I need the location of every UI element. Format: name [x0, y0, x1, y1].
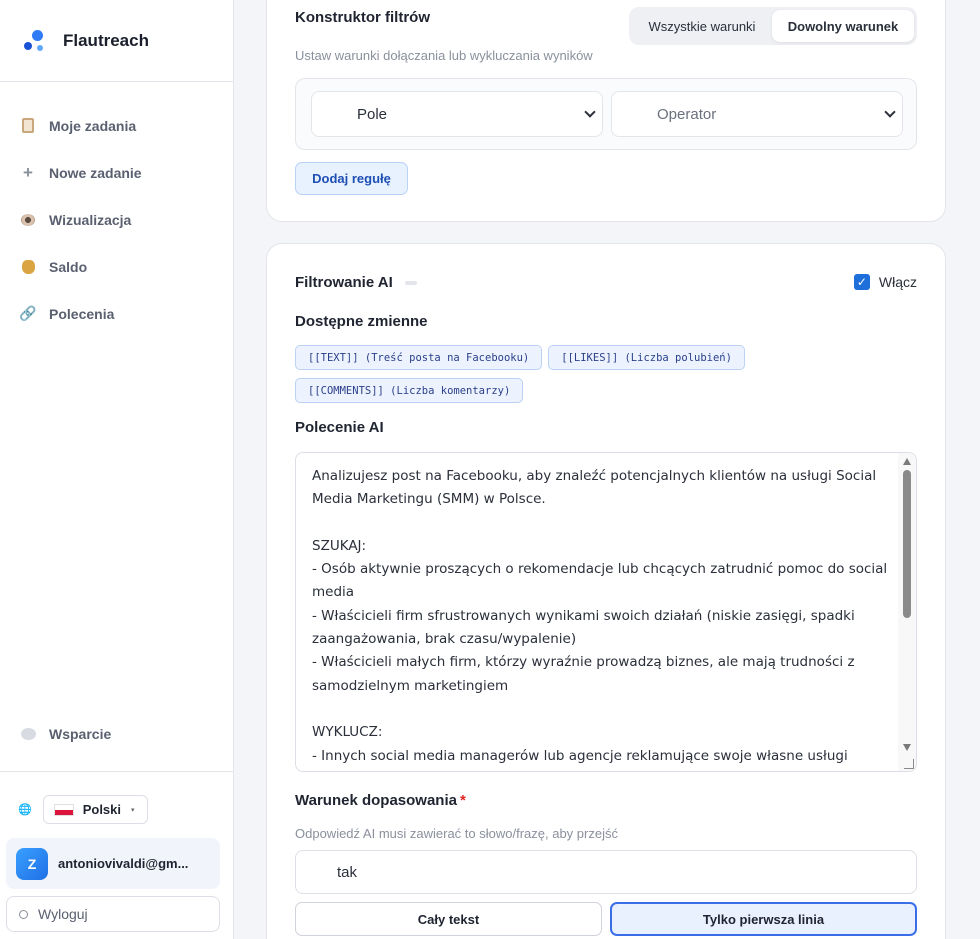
field-select-value: Pole [357, 105, 388, 123]
sidebar-item-label: Nowe zadanie [49, 164, 142, 181]
ai-filter-card: Filtrowanie AI ✓ Włącz Dostępne zmienne … [266, 243, 946, 939]
caret-down-icon: ▾ [131, 806, 135, 814]
money-bag-icon [20, 259, 36, 275]
sidebar-item-nowe-zadanie[interactable]: + Nowe zadanie [0, 149, 233, 196]
scroll-down-icon[interactable] [903, 744, 911, 751]
language-select[interactable]: Polski ▾ [42, 795, 148, 824]
speech-bubble-icon [20, 726, 36, 742]
scroll-up-icon[interactable] [903, 458, 911, 465]
globe-icon: 🌐 [18, 804, 32, 816]
user-card[interactable]: Z antoniovivaldi@gm... [6, 838, 220, 889]
sidebar-item-label: Moje zadania [49, 117, 137, 134]
enable-label: Włącz [878, 274, 917, 290]
all-conditions-button[interactable]: Wszystkie warunki [632, 10, 772, 42]
clipboard-icon [20, 118, 36, 134]
variables-list: [[TEXT]] (Treść posta na Facebooku) [[LI… [295, 345, 895, 403]
ai-filter-header: Filtrowanie AI [295, 274, 417, 291]
brand-logo-icon [22, 28, 48, 54]
sidebar-item-moje-zadania[interactable]: Moje zadania [0, 102, 233, 149]
variable-chip-comments[interactable]: [[COMMENTS]] (Liczba komentarzy) [295, 378, 524, 403]
status-indicator [404, 280, 417, 285]
variable-chip-text[interactable]: [[TEXT]] (Treść posta na Facebooku) [295, 345, 543, 370]
brand[interactable]: Flautreach [0, 0, 233, 82]
sidebar-item-saldo[interactable]: Saldo [0, 243, 233, 290]
logout-label: Wyloguj [38, 906, 88, 922]
add-rule-button[interactable]: Dodaj regułę [295, 162, 408, 195]
sidebar-nav: Moje zadania + Nowe zadanie Wizualizacja… [0, 82, 233, 337]
sidebar: Flautreach Moje zadania + Nowe zadanie W… [0, 0, 234, 939]
field-select[interactable]: Pole [311, 91, 603, 137]
sidebar-item-polecenia[interactable]: 🔗 Polecenia [0, 290, 233, 337]
filter-builder-subtitle: Ustaw warunki dołączania lub wykluczania… [295, 48, 593, 63]
enable-toggle[interactable]: ✓ Włącz [853, 274, 917, 290]
chevron-down-icon [584, 106, 596, 118]
sidebar-item-label: Wizualizacja [49, 211, 132, 228]
operator-select-value: Operator [657, 105, 717, 123]
mode-full-text-button[interactable]: Cały tekst [295, 902, 602, 936]
match-condition-title: Warunek dopasowania * [295, 792, 466, 809]
sidebar-footer: 🌐 Polski ▾ Z antoniovivaldi@gm... Wylogu… [0, 771, 233, 932]
filter-builder-title: Konstruktor filtrów [295, 9, 430, 26]
language-row: 🌐 Polski ▾ [0, 772, 233, 824]
plus-icon: + [23, 162, 33, 182]
match-phrase-input[interactable]: tak [295, 850, 917, 894]
ai-prompt-text: Analizujesz post na Facebooku, aby znale… [312, 468, 888, 771]
poland-flag-icon [53, 803, 74, 816]
variables-title: Dostępne zmienne [295, 313, 428, 330]
enable-checkbox[interactable]: ✓ [853, 274, 870, 290]
avatar: Z [16, 847, 48, 880]
sidebar-item-label: Polecenia [49, 305, 115, 322]
mode-first-line-button[interactable]: Tylko pierwsza linia [610, 902, 917, 936]
sidebar-item-label: Wsparcie [49, 725, 112, 742]
logout-button[interactable]: Wyloguj [6, 896, 220, 932]
link-icon: 🔗 [19, 305, 37, 321]
operator-select[interactable]: Operator [611, 91, 903, 137]
resize-handle-icon[interactable] [904, 759, 914, 769]
language-label: Polski [82, 802, 121, 817]
scroll-thumb[interactable] [903, 470, 911, 618]
support-section: Wsparcie [0, 710, 233, 757]
eye-icon [20, 212, 36, 228]
required-mark: * [459, 792, 466, 809]
user-email: antoniovivaldi@gm... [58, 856, 189, 871]
any-condition-button[interactable]: Dowolny warunek [772, 10, 914, 42]
match-phrase-value: tak [337, 863, 358, 881]
rule-row: Pole Operator [295, 78, 917, 150]
variable-chip-likes[interactable]: [[LIKES]] (Liczba polubień) [548, 345, 745, 370]
sidebar-item-wsparcie[interactable]: Wsparcie [0, 710, 233, 757]
match-condition-label: Warunek dopasowania [295, 792, 457, 809]
ai-prompt-textarea[interactable]: Analizujesz post na Facebooku, aby znale… [295, 452, 917, 772]
condition-mode-toggle: Wszystkie warunki Dowolny warunek [629, 7, 917, 45]
logout-icon [19, 909, 28, 919]
chevron-down-icon [884, 106, 896, 118]
ai-filter-title: Filtrowanie AI [295, 274, 393, 291]
prompt-title: Polecenie AI [295, 419, 384, 436]
filter-builder-card: Konstruktor filtrów Ustaw warunki dołącz… [266, 0, 946, 222]
sidebar-item-label: Saldo [49, 258, 88, 275]
sidebar-item-wizualizacja[interactable]: Wizualizacja [0, 196, 233, 243]
match-condition-hint: Odpowiedź AI musi zawierać to słowo/fraz… [295, 826, 618, 841]
brand-name: Flautreach [63, 30, 149, 50]
textarea-scrollbar[interactable] [898, 453, 916, 771]
